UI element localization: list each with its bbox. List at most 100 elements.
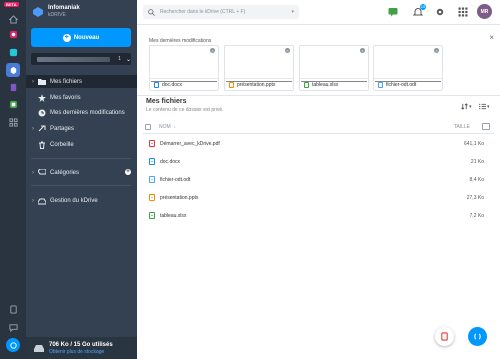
recent-file-card[interactable]: × présentation.pptx	[224, 45, 294, 91]
recent-file-name: fichier-odt.odt	[386, 81, 417, 88]
kdrive-icon[interactable]	[6, 63, 20, 77]
assistant-fab[interactable]	[468, 327, 487, 346]
chat-icon[interactable]	[6, 320, 20, 334]
bell-icon[interactable]: 15	[412, 4, 426, 17]
chevron-right-icon[interactable]: ›	[29, 198, 37, 204]
file-name[interactable]: présentation.pptx	[160, 195, 198, 201]
nav-item-manage[interactable]: › Gestion du kDrive	[26, 194, 137, 207]
recent-file-name: tableau.xlsx	[312, 81, 339, 88]
kdrive-logo-icon	[33, 6, 43, 17]
nav-item-label: Mes favoris	[50, 94, 81, 101]
file-size: 641,1 Ko	[463, 140, 484, 147]
star-icon	[37, 93, 46, 102]
drive-selector-value: 1	[118, 56, 121, 62]
nav-item-shared[interactable]: › Partages	[26, 122, 137, 135]
app-rail: BETA	[0, 0, 26, 359]
remove-icon[interactable]: ×	[360, 48, 365, 53]
table-row[interactable]: doc.docx 21 Ko	[143, 155, 494, 168]
file-size: 8,4 Ko	[469, 176, 484, 183]
calendar-icon[interactable]	[6, 97, 20, 111]
add-category-icon[interactable]: +	[125, 169, 131, 175]
recent-file-card[interactable]: × tableau.xlsx	[299, 45, 369, 91]
photo-icon[interactable]	[6, 27, 20, 41]
brand-name: Infomaniak	[48, 5, 80, 11]
brand: Infomaniak kDRIVE	[32, 5, 80, 18]
close-icon[interactable]: ×	[489, 33, 494, 42]
powerpoint-file-icon	[229, 81, 234, 88]
drive-icon[interactable]	[6, 45, 20, 59]
chevron-down-icon: ▾	[487, 103, 490, 110]
nav-item-favorites[interactable]: Mes favoris	[26, 91, 137, 104]
divider	[31, 185, 131, 186]
word-file-icon	[149, 158, 155, 165]
sort-button[interactable]: ▾	[461, 103, 472, 110]
drive-name-redacted	[37, 56, 111, 62]
nav-item-recent[interactable]: Mes dernières modifications	[26, 106, 137, 119]
nav-item-trash[interactable]: Corbeille	[26, 138, 137, 151]
column-size-header[interactable]: TAILLE	[454, 124, 470, 130]
chevron-right-icon[interactable]: ›	[29, 126, 37, 132]
column-name-header[interactable]: NOM	[159, 124, 171, 130]
table-row[interactable]: fichier-odt.odt 8,4 Ko	[143, 173, 494, 186]
get-more-storage-link[interactable]: Obtenir plus de stockage	[49, 349, 113, 355]
remove-icon[interactable]: ×	[434, 48, 439, 53]
main-content: Mes dernières modifications × × doc.docx…	[137, 25, 500, 359]
table-row[interactable]: présentation.pptx 27,3 Ko	[143, 191, 494, 204]
drive-selector[interactable]: 1 ⌄	[31, 53, 131, 65]
notebook-icon	[441, 332, 448, 341]
remove-icon[interactable]: ×	[285, 48, 290, 53]
select-all-checkbox[interactable]	[145, 123, 151, 130]
files-section	[137, 95, 500, 359]
file-name[interactable]: Démarrer_avec_kDrive.pdf	[160, 141, 220, 147]
table-row[interactable]: tableau.xlsx 7,2 Ko	[143, 209, 494, 222]
plus-icon: +	[62, 33, 71, 42]
remove-icon[interactable]: ×	[210, 48, 215, 53]
recent-file-name: présentation.pptx	[237, 81, 276, 88]
chevron-right-icon[interactable]: ›	[29, 170, 37, 176]
help-icon[interactable]	[6, 302, 20, 316]
support-icon[interactable]	[6, 338, 20, 352]
trash-icon	[37, 140, 46, 149]
recent-file-card[interactable]: × doc.docx	[149, 45, 219, 91]
nav-item-label: Mes dernières modifications	[50, 109, 125, 116]
avatar[interactable]: MR	[477, 4, 492, 19]
pdf-file-icon	[149, 140, 155, 147]
chevron-right-icon[interactable]: ›	[29, 79, 37, 85]
odt-file-icon	[378, 81, 383, 88]
nav-item-my-files[interactable]: › Mes fichiers	[26, 75, 137, 88]
nav-item-label: Partages	[50, 125, 75, 132]
search-input[interactable]: Rechercher dans le kDrive (CTRL + F) ▾	[143, 5, 299, 19]
file-name[interactable]: fichier-odt.odt	[160, 177, 190, 183]
recent-file-card[interactable]: × fichier-odt.odt	[373, 45, 443, 91]
nav-item-label: Corbeille	[50, 141, 74, 148]
drive-manage-icon	[37, 196, 46, 205]
nav-item-label: Gestion du kDrive	[50, 197, 98, 204]
new-button-label: Nouveau	[73, 34, 100, 41]
chat-bubble-icon[interactable]	[387, 6, 398, 17]
apps-grid-icon[interactable]	[457, 6, 468, 17]
file-name[interactable]: tableau.xlsx	[160, 213, 186, 219]
brand-product: kDRIVE	[48, 12, 66, 18]
chevron-down-icon[interactable]: ▾	[291, 9, 294, 15]
chevron-down-icon: ⌄	[125, 56, 131, 63]
view-mode-button[interactable]: ▾	[479, 103, 490, 110]
gear-icon[interactable]	[434, 6, 445, 17]
hard-drive-icon	[34, 344, 44, 352]
link-icon	[37, 124, 46, 133]
file-name[interactable]: doc.docx	[160, 159, 180, 165]
search-icon	[148, 8, 155, 16]
columns-settings-icon[interactable]	[482, 123, 490, 130]
apps-icon[interactable]	[6, 115, 20, 129]
notification-count: 15	[420, 4, 426, 10]
table-header: NOM ↓ TAILLE	[143, 120, 494, 134]
mail-icon[interactable]	[6, 80, 20, 94]
nav-item-categories[interactable]: › Catégories +	[26, 166, 137, 179]
home-icon[interactable]	[6, 12, 20, 26]
new-button[interactable]: + Nouveau	[31, 28, 131, 47]
tag-icon	[37, 168, 46, 177]
folder-icon	[37, 77, 46, 86]
recent-title: Mes dernières modifications	[149, 38, 212, 44]
notes-fab[interactable]	[435, 327, 454, 346]
table-row[interactable]: Démarrer_avec_kDrive.pdf 641,1 Ko	[143, 137, 494, 150]
nav-item-label: Mes fichiers	[50, 78, 83, 85]
